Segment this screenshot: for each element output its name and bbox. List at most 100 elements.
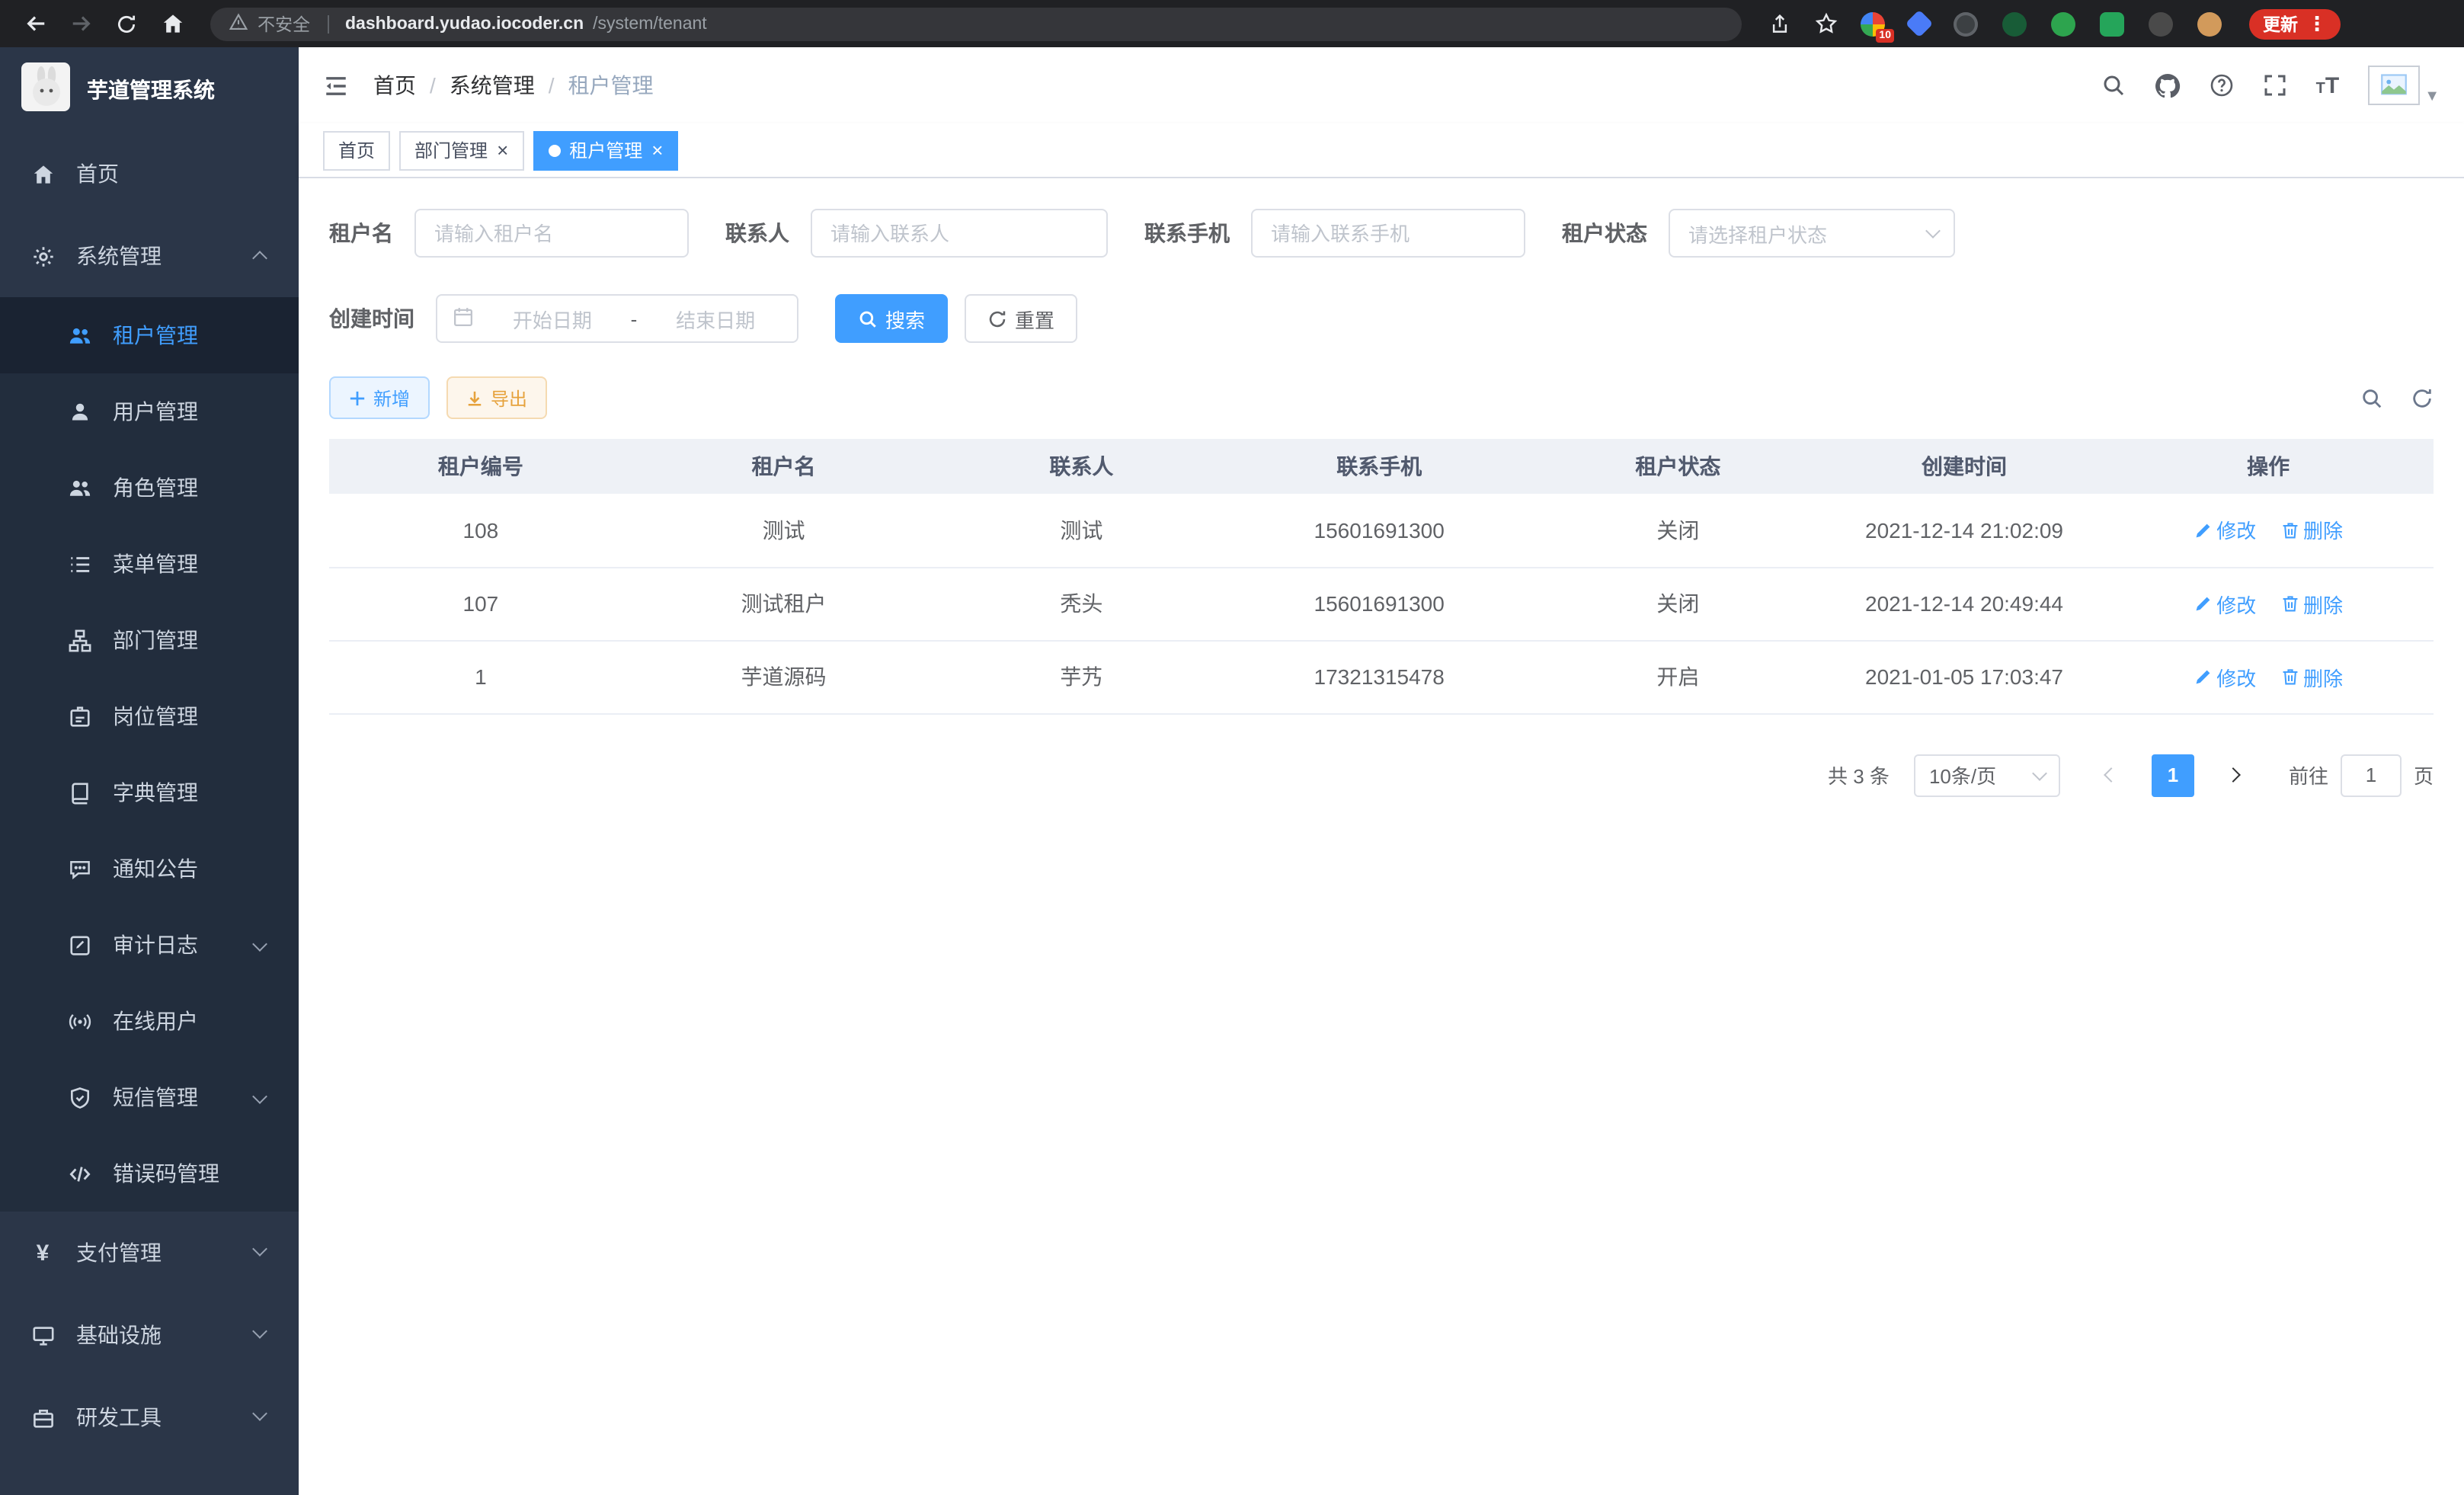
sidebar-item-online-users[interactable]: 在线用户 <box>0 983 299 1059</box>
code-icon <box>67 1162 91 1185</box>
page-size-select[interactable]: 10条/页 <box>1914 754 2060 796</box>
fullscreen-icon[interactable] <box>2263 73 2287 98</box>
tab-home[interactable]: 首页 <box>323 130 390 170</box>
status-select[interactable]: 请选择租户状态 <box>1669 209 1955 258</box>
app-title: 芋道管理系统 <box>87 75 215 105</box>
page-size-value: 10条/页 <box>1929 760 1996 789</box>
help-icon[interactable] <box>2210 73 2234 98</box>
logo[interactable]: 芋道管理系统 <box>0 47 299 133</box>
cell-created: 2021-01-05 17:03:47 <box>1826 640 2104 713</box>
sidebar-item-label: 部门管理 <box>113 625 198 655</box>
divider <box>327 14 328 33</box>
sidebar-item-payment[interactable]: ¥ 支付管理 <box>0 1212 299 1294</box>
contact-input[interactable] <box>811 209 1108 258</box>
sidebar-item-label: 菜单管理 <box>113 549 198 579</box>
browser-update-button[interactable]: 更新⋮ <box>2249 8 2341 39</box>
edit-link[interactable]: 修改 <box>2194 516 2256 545</box>
sidebar-item-dev-tools[interactable]: 研发工具 <box>0 1376 299 1458</box>
export-button[interactable]: 导出 <box>446 376 547 419</box>
delete-link[interactable]: 删除 <box>2280 662 2343 691</box>
edit-link[interactable]: 修改 <box>2194 589 2256 618</box>
sidebar-item-label: 字典管理 <box>113 777 198 808</box>
extension-icon-dark[interactable] <box>2149 11 2173 36</box>
sidebar-collapse-icon[interactable] <box>323 72 349 98</box>
cell-phone: 15601691300 <box>1227 567 1531 640</box>
search-button[interactable]: 搜索 <box>835 294 948 343</box>
sidebar-item-infrastructure[interactable]: 基础设施 <box>0 1294 299 1376</box>
create-time-label: 创建时间 <box>329 303 414 334</box>
export-button-label: 导出 <box>491 385 527 411</box>
bookmark-star-icon[interactable] <box>1806 4 1845 43</box>
next-page-button[interactable] <box>2213 754 2255 796</box>
breadcrumb-section[interactable]: 系统管理 <box>450 70 535 101</box>
caret-down-icon: ▼ <box>2424 88 2440 105</box>
sidebar-item-label: 租户管理 <box>113 320 198 351</box>
reset-button[interactable]: 重置 <box>965 294 1077 343</box>
date-range-picker[interactable]: 开始日期 - 结束日期 <box>436 294 798 343</box>
delete-link[interactable]: 删除 <box>2280 516 2343 545</box>
sidebar-item-label: 审计日志 <box>113 930 198 960</box>
browser-menu-icon[interactable]: ⋮ <box>2307 11 2327 36</box>
add-button[interactable]: 新增 <box>329 376 430 419</box>
active-tab-dot <box>548 144 560 156</box>
extension-icon-blue[interactable] <box>1906 10 1934 38</box>
user-avatar[interactable]: ▼ <box>2368 66 2440 105</box>
sidebar-item-dept[interactable]: 部门管理 <box>0 602 299 678</box>
table-toolbar: 新增 导出 <box>329 376 2434 419</box>
toggle-search-icon[interactable] <box>2360 386 2383 409</box>
prev-page-button[interactable] <box>2091 754 2133 796</box>
extension-icon-darkgreen[interactable] <box>2002 11 2027 36</box>
sidebar-item-post[interactable]: 岗位管理 <box>0 678 299 754</box>
refresh-table-icon[interactable] <box>2411 386 2434 409</box>
extension-icon-colorful[interactable]: 10 <box>1861 11 1885 36</box>
phone-input[interactable] <box>1251 209 1525 258</box>
sidebar: 芋道管理系统 首页 系统管理 租户管理 用户管理 <box>0 47 299 1495</box>
cell-phone: 15601691300 <box>1227 494 1531 567</box>
extension-icon-green[interactable] <box>2051 11 2075 36</box>
chevron-down-icon <box>252 1241 267 1257</box>
font-size-icon[interactable]: TT <box>2316 74 2340 97</box>
page-number-1[interactable]: 1 <box>2152 754 2194 796</box>
sidebar-item-system[interactable]: 系统管理 <box>0 215 299 297</box>
forward-icon[interactable] <box>61 4 101 43</box>
table-row: 107 测试租户 秃头 15601691300 关闭 2021-12-14 20… <box>329 567 2434 640</box>
github-icon[interactable] <box>2155 72 2181 98</box>
goto-page-input[interactable] <box>2341 754 2402 796</box>
screen: 不安全 dashboard.yudao.iocoder.cn/system/te… <box>0 0 2464 1495</box>
tab-tenant[interactable]: 租户管理× <box>533 130 678 170</box>
extension-icon-globe[interactable] <box>1954 11 1978 36</box>
sidebar-item-user[interactable]: 用户管理 <box>0 373 299 450</box>
delete-link[interactable]: 删除 <box>2280 589 2343 618</box>
sidebar-item-error-code[interactable]: 错误码管理 <box>0 1135 299 1212</box>
sidebar-item-role[interactable]: 角色管理 <box>0 450 299 526</box>
back-icon[interactable] <box>15 4 55 43</box>
search-icon[interactable] <box>2101 73 2126 98</box>
date-start-placeholder: 开始日期 <box>486 304 619 333</box>
monitor-icon <box>30 1324 55 1346</box>
extension-icon-greensquare[interactable] <box>2100 11 2124 36</box>
sidebar-item-notice[interactable]: 通知公告 <box>0 831 299 907</box>
edit-link[interactable]: 修改 <box>2194 662 2256 691</box>
sidebar-item-dict[interactable]: 字典管理 <box>0 754 299 831</box>
add-button-label: 新增 <box>373 385 410 411</box>
breadcrumb-home[interactable]: 首页 <box>373 70 416 101</box>
tab-dept[interactable]: 部门管理× <box>399 130 523 170</box>
sidebar-item-label: 基础设施 <box>76 1320 162 1350</box>
sidebar-item-menu[interactable]: 菜单管理 <box>0 526 299 602</box>
sidebar-item-sms[interactable]: 短信管理 <box>0 1059 299 1135</box>
refresh-icon[interactable] <box>107 4 146 43</box>
address-bar[interactable]: 不安全 dashboard.yudao.iocoder.cn/system/te… <box>210 7 1742 40</box>
sidebar-item-audit-log[interactable]: 审计日志 <box>0 907 299 983</box>
chevron-down-icon <box>252 1406 267 1421</box>
share-icon[interactable] <box>1760 4 1800 43</box>
col-header-actions: 操作 <box>2103 439 2434 494</box>
sidebar-item-tenant[interactable]: 租户管理 <box>0 297 299 373</box>
tenant-name-input[interactable] <box>414 209 689 258</box>
close-icon[interactable]: × <box>497 140 508 160</box>
sidebar-item-home[interactable]: 首页 <box>0 133 299 215</box>
goto-prefix: 前往 <box>2289 760 2328 789</box>
home-nav-icon[interactable] <box>152 4 192 43</box>
profile-avatar[interactable] <box>2197 11 2222 36</box>
sidebar-item-label: 在线用户 <box>113 1006 198 1036</box>
close-icon[interactable]: × <box>651 140 663 160</box>
